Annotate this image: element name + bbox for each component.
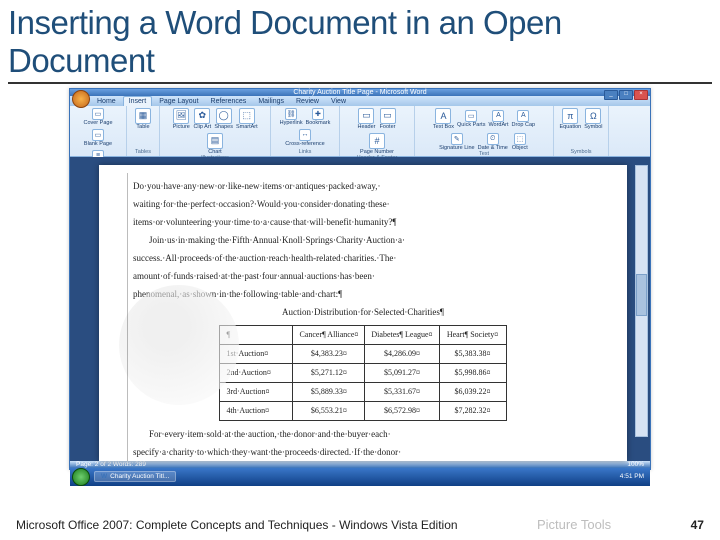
smartart-button[interactable]: ⬚SmartArt	[236, 108, 258, 130]
taskbar-item[interactable]: W Charity Auction Titl...	[94, 471, 176, 482]
tab-view[interactable]: View	[326, 97, 351, 106]
slide-title: Inserting a Word Document in an Open Doc…	[0, 0, 720, 80]
paragraph: items·or·volunteering·your·time·to·a·cau…	[133, 213, 593, 231]
tab-home[interactable]: Home	[92, 97, 121, 106]
title-rule	[8, 82, 712, 84]
status-bar: Page: 2 of 2 Words: 289 100%	[70, 461, 650, 468]
tab-references[interactable]: References	[206, 97, 252, 106]
word-window: Charity Auction Title Page - Microsoft W…	[69, 88, 651, 470]
group-text: AText Box ▭Quick Parts AWordArt ADrop Ca…	[415, 106, 554, 156]
tab-insert[interactable]: Insert	[123, 96, 153, 106]
cross-reference-button[interactable]: ↔Cross-reference	[285, 129, 324, 147]
equation-button[interactable]: πEquation	[559, 108, 581, 130]
bookmark-button[interactable]: ✚Bookmark	[306, 108, 331, 126]
paragraph: amount·of·funds·raised·at·the·past·four·…	[133, 267, 593, 285]
text-box-button[interactable]: AText Box	[433, 108, 454, 130]
footer-button[interactable]: ▭Footer	[379, 108, 397, 130]
tab-page-layout[interactable]: Page Layout	[154, 97, 203, 106]
zoom-level[interactable]: 100%	[627, 461, 644, 468]
picture-button[interactable]: 🖼Picture	[172, 108, 190, 130]
taskbar: W Charity Auction Titl... 4:51 PM	[70, 468, 650, 486]
drop-cap-button[interactable]: ADrop Cap	[512, 110, 536, 128]
ghost-text: Picture Tools	[537, 517, 611, 532]
table-header: Heart¶ Society¤	[439, 325, 506, 344]
word-icon: W	[101, 473, 107, 480]
quick-parts-button[interactable]: ▭Quick Parts	[457, 110, 485, 128]
window-titlebar: Charity Auction Title Page - Microsoft W…	[70, 89, 650, 96]
table-row: 3rd·Auction¤$5,889.33¤$5,331.67¤$6,039.2…	[220, 382, 506, 401]
ribbon: ▭Cover Page ▭Blank Page ≡Page Break Page…	[70, 106, 650, 157]
cover-page-button[interactable]: ▭Cover Page	[83, 108, 112, 126]
maximize-button[interactable]: □	[619, 90, 633, 100]
document-page: Do·you·have·any·new·or·like-new·items·or…	[99, 165, 627, 461]
page-number-button[interactable]: #Page Number	[360, 133, 394, 155]
group-header-footer: ▭Header ▭Footer #Page Number Header & Fo…	[340, 106, 415, 156]
group-label-tables: Tables	[135, 149, 151, 155]
table-row: 1st·Auction¤$4,383.23¤$4,286.09¤$5,383.3…	[220, 344, 506, 363]
window-title: Charity Auction Title Page - Microsoft W…	[293, 89, 426, 96]
wordart-button[interactable]: AWordArt	[488, 110, 508, 128]
header-button[interactable]: ▭Header	[357, 108, 375, 130]
group-pages: ▭Cover Page ▭Blank Page ≡Page Break Page…	[70, 106, 127, 156]
paragraph: success.·All·proceeds·of·the·auction·rea…	[133, 249, 593, 267]
date-time-button[interactable]: ⏲Date & Time	[478, 133, 508, 151]
office-button[interactable]	[72, 90, 90, 108]
paragraph: waiting·for·the·perfect·occasion?·Would·…	[133, 195, 593, 213]
group-label-symbols: Symbols	[570, 149, 591, 155]
group-tables: ▦Table Tables	[127, 106, 160, 156]
paragraph: For·every·item·sold·at·the·auction,·the·…	[133, 425, 593, 443]
table-button[interactable]: ▦Table	[134, 108, 152, 130]
close-button[interactable]: ×	[634, 90, 648, 100]
blank-page-button[interactable]: ▭Blank Page	[84, 129, 112, 147]
shapes-button[interactable]: ◯Shapes	[214, 108, 233, 130]
start-button[interactable]	[72, 468, 90, 486]
signature-line-button[interactable]: ✎Signature Line	[439, 133, 474, 151]
footer-text: Microsoft Office 2007: Complete Concepts…	[16, 518, 458, 532]
paragraph: Do·you·have·any·new·or·like-new·items·or…	[133, 177, 593, 195]
table-row: ¶ Cancer¶ Alliance¤ Diabetes¶ League¤ He…	[220, 325, 506, 344]
table-row: 2nd·Auction¤$5,271.12¤$5,091.27¤$5,998.8…	[220, 363, 506, 382]
document-area[interactable]: Do·you·have·any·new·or·like-new·items·or…	[70, 157, 650, 461]
symbol-button[interactable]: ΩSymbol	[584, 108, 602, 130]
group-symbols: πEquation ΩSymbol Symbols	[554, 106, 609, 156]
status-left: Page: 2 of 2 Words: 289	[76, 461, 146, 468]
vertical-scrollbar[interactable]	[635, 165, 648, 437]
hyperlink-button[interactable]: ⛓Hyperlink	[280, 108, 303, 126]
system-clock: 4:51 PM	[620, 473, 650, 480]
paragraph: Join·us·in·making·the·Fifth·Annual·Knoll…	[133, 231, 593, 249]
tab-mailings[interactable]: Mailings	[253, 97, 289, 106]
clip-art-button[interactable]: ✿Clip Art	[193, 108, 211, 130]
group-label-links: Links	[299, 149, 312, 155]
watermark-image	[119, 285, 239, 405]
group-links: ⛓Hyperlink ✚Bookmark ↔Cross-reference Li…	[271, 106, 340, 156]
chart-button[interactable]: ▤Chart	[206, 133, 224, 155]
minimize-button[interactable]: _	[604, 90, 618, 100]
slide-page-number: 47	[691, 518, 704, 532]
document-table: ¶ Cancer¶ Alliance¤ Diabetes¶ League¤ He…	[219, 325, 506, 421]
object-button[interactable]: ⬚Object	[511, 133, 529, 151]
ribbon-tabs: Home Insert Page Layout References Maili…	[70, 96, 650, 106]
table-row: 4th·Auction¤$6,553.21¤$6,572.98¤$7,282.3…	[220, 401, 506, 420]
scroll-thumb[interactable]	[636, 274, 647, 316]
group-illustrations: 🖼Picture ✿Clip Art ◯Shapes ⬚SmartArt ▤Ch…	[160, 106, 271, 156]
tab-review[interactable]: Review	[291, 97, 324, 106]
table-header: Diabetes¶ League¤	[365, 325, 439, 344]
table-header: Cancer¶ Alliance¤	[293, 325, 365, 344]
paragraph: specify·a·charity·to·which·they·want·the…	[133, 443, 593, 461]
slide-footer: Microsoft Office 2007: Complete Concepts…	[0, 517, 720, 532]
